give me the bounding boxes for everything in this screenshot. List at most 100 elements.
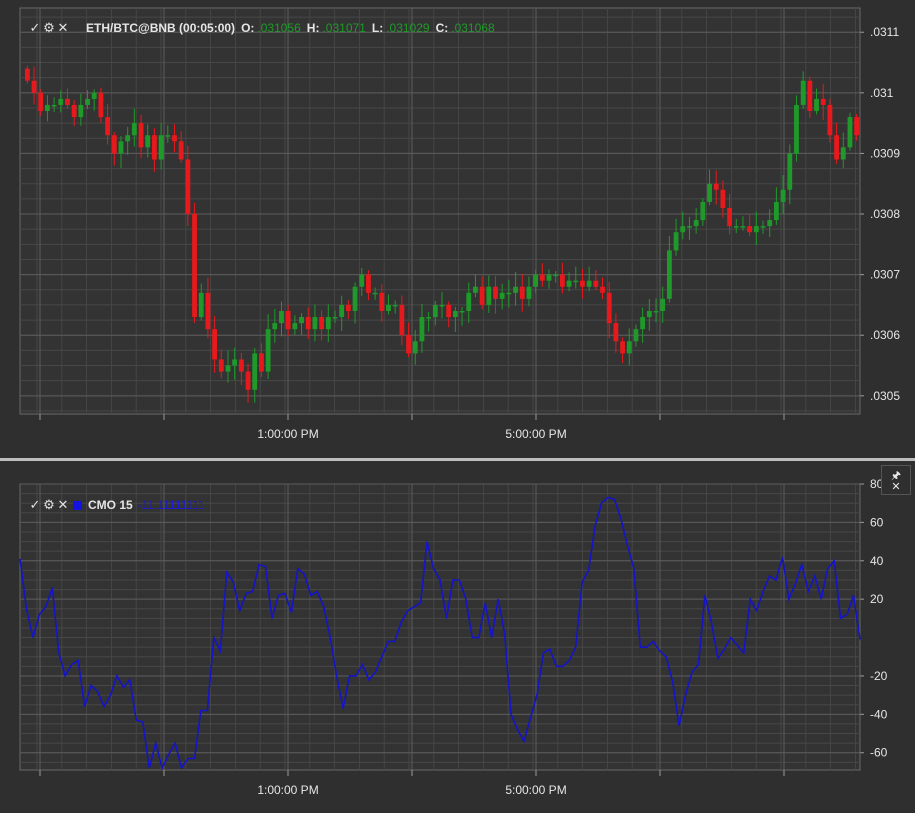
y-tick-label: .031 (870, 86, 894, 100)
candle-body (566, 280, 572, 287)
candle-body (85, 98, 90, 105)
cmo-chart[interactable]: 80604020-20-40-601:00:00 PM 5:00:00 PM (0, 461, 915, 813)
x-tick-label: 5:00:00 PM (505, 783, 566, 797)
candle-body (158, 135, 164, 160)
candle-body (626, 341, 632, 354)
candle-body (573, 280, 579, 283)
candle-body (205, 292, 211, 330)
candle-body (412, 341, 418, 354)
candle-body (707, 183, 712, 202)
candle-body (653, 310, 659, 313)
candle-body (807, 80, 813, 112)
candle-body (319, 317, 325, 330)
y-tick-label: -20 (870, 669, 888, 683)
candle-body (131, 123, 137, 136)
candle-body (760, 226, 766, 228)
candle-body (238, 359, 244, 372)
close-value: .031068 (451, 21, 495, 35)
y-tick-label: .0305 (870, 389, 900, 403)
candle-body (51, 104, 57, 107)
candle-body (345, 304, 351, 311)
candle-body (499, 292, 505, 299)
candle-body (740, 226, 746, 228)
candle-body (613, 323, 619, 342)
candle-body (192, 214, 197, 318)
candle-body (172, 135, 177, 142)
price-chart-pane[interactable]: .0305 .0306 .0307 .0308 .0309 .031 .0311 1:00:0… (0, 0, 915, 458)
candle-body (212, 329, 218, 360)
candle-body (71, 104, 77, 118)
candle-body (559, 274, 565, 287)
candle-body (352, 286, 358, 311)
close-icon[interactable]: ✕ (56, 497, 70, 513)
cmo-legend-value: -11.11111111 (137, 498, 205, 512)
candle-body (178, 141, 184, 160)
candle-body (753, 226, 759, 233)
candle-body (138, 123, 144, 148)
price-chart[interactable]: .0305 .0306 .0307 .0308 .0309 .031 .0311 1:00:0… (0, 0, 915, 458)
candle-body (814, 98, 819, 112)
candle-body (419, 317, 425, 342)
candle-body (252, 353, 258, 390)
candle-body (299, 317, 304, 324)
candle-body (794, 104, 799, 154)
candle-body (325, 317, 331, 330)
candle-body (38, 92, 44, 112)
close-pane-icon[interactable]: ✕ (882, 480, 910, 493)
candle-body (593, 280, 599, 287)
cmo-color-swatch (73, 500, 82, 510)
candle-body (687, 226, 692, 228)
gear-icon[interactable]: ⚙ (42, 20, 56, 36)
y-tick-label: 40 (870, 554, 884, 568)
candle-body (58, 98, 64, 105)
candle-body (526, 286, 532, 299)
candle-body (125, 135, 131, 142)
y-tick-label: 60 (870, 515, 884, 529)
x-tick-label: 5:00:00 PM (505, 427, 566, 441)
check-icon[interactable]: ✓ (28, 497, 42, 513)
candle-body (292, 323, 298, 330)
candle-body (680, 226, 686, 233)
gear-icon[interactable]: ⚙ (42, 497, 56, 513)
candle-body (800, 80, 806, 105)
plot-area (19, 483, 861, 771)
check-icon[interactable]: ✓ (28, 20, 42, 36)
candle-body (600, 286, 605, 293)
candle-body (439, 304, 445, 307)
y-tick-label: .0308 (870, 207, 900, 221)
candle-body (339, 304, 345, 318)
y-tick-label: .0311 (870, 25, 899, 39)
candle-body (91, 92, 97, 99)
candle-body (580, 280, 585, 287)
candle-body (700, 201, 706, 221)
y-tick-label: -60 (870, 746, 888, 760)
candle-body (646, 310, 652, 318)
candle-body (787, 153, 793, 190)
candle-body (666, 250, 672, 299)
y-tick-label: -40 (870, 707, 888, 721)
candle-body (834, 135, 839, 160)
candle-body (165, 135, 171, 137)
candle-body (660, 298, 666, 311)
candle-body (198, 292, 204, 318)
candle-body (432, 304, 438, 318)
plot-area (19, 7, 861, 415)
candle-body (506, 292, 512, 295)
candle-body (392, 304, 398, 307)
candle-body (493, 286, 498, 299)
candle-body (820, 98, 826, 105)
candle-body (827, 104, 833, 136)
candle-body (312, 317, 318, 330)
pane-controls: 🖈 ✕ (881, 465, 911, 495)
price-legend: ✓ ⚙ ✕ ETH/BTC@BNB (00:05:00) O: .031056 … (28, 20, 495, 36)
close-icon[interactable]: ✕ (56, 20, 70, 36)
candle-body (673, 232, 679, 251)
candle-body (747, 226, 753, 233)
candle-body (279, 310, 284, 324)
candle-body (98, 92, 104, 118)
x-tick-label: 1:00:00 PM (257, 783, 318, 797)
candle-body (245, 371, 251, 390)
candle-body (466, 292, 472, 311)
cmo-chart-pane[interactable]: 80 60 40 20 -20 -40 -60 1:00:00 PM 5:00:00 PM ✓ … (0, 461, 915, 813)
candle-body (366, 274, 371, 293)
